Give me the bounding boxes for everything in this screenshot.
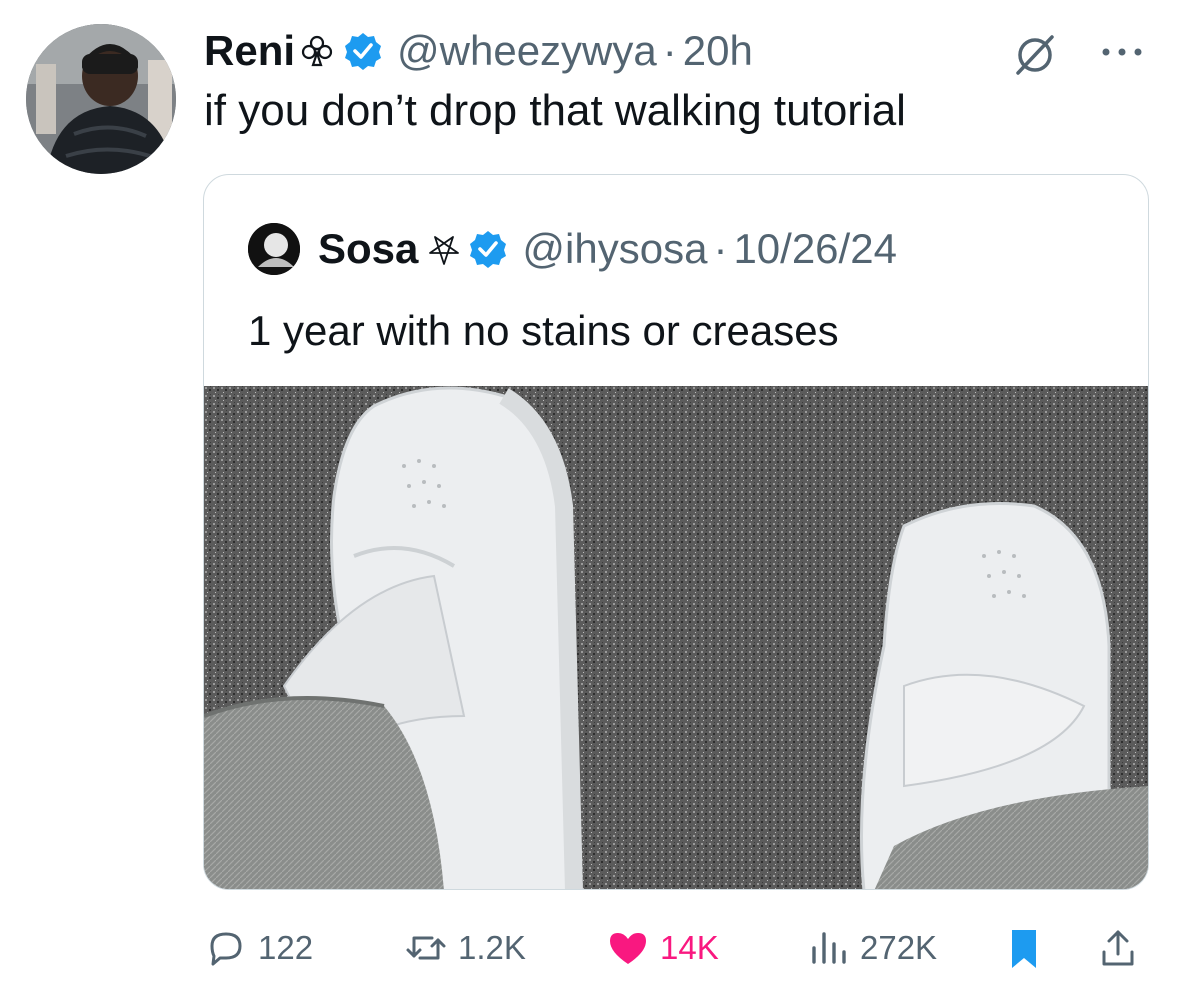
heart-icon (610, 933, 646, 964)
tweet-text: if you don’t drop that walking tutorial (204, 86, 906, 135)
reply-button[interactable]: 122 (204, 920, 313, 976)
author-name[interactable]: Reni (204, 27, 295, 75)
reply-count: 122 (258, 929, 314, 966)
quoted-author-avatar[interactable] (248, 223, 300, 275)
club-icon (301, 35, 333, 67)
share-button[interactable] (1096, 920, 1140, 976)
quoted-tweet-header: Sosa @ihysosa · 10/26/24 (248, 223, 897, 275)
tweet-header: Reni @wheezywya · 20h (204, 26, 753, 76)
more-icon[interactable] (1098, 44, 1146, 60)
views-button[interactable]: 272K (806, 920, 937, 976)
repost-icon (406, 936, 446, 960)
action-bar: 122 1.2K 14K 272K (0, 920, 1179, 976)
quoted-author-handle[interactable]: @ihysosa (522, 225, 707, 273)
like-count: 14K (660, 929, 719, 966)
author-avatar[interactable] (26, 24, 176, 174)
bookmark-icon (1012, 930, 1036, 968)
repost-button[interactable]: 1.2K (404, 920, 526, 976)
quoted-tweet-text: 1 year with no stains or creases (248, 307, 839, 354)
reply-icon (210, 932, 242, 966)
separator-dot: · (713, 225, 728, 272)
quoted-tweet-card[interactable]: Sosa @ihysosa · 10/26/24 1 year with no … (203, 174, 1149, 890)
quoted-author-name[interactable]: Sosa (318, 225, 418, 273)
share-icon (1102, 930, 1134, 966)
quoted-tweet-date[interactable]: 10/26/24 (733, 225, 897, 273)
pentagram-icon (429, 236, 460, 265)
views-icon (812, 932, 846, 964)
repost-count: 1.2K (458, 929, 526, 966)
views-count: 272K (860, 929, 938, 966)
quoted-tweet-photo[interactable] (204, 386, 1148, 889)
tweet-time[interactable]: 20h (683, 27, 753, 75)
verified-badge-icon (345, 33, 382, 70)
grok-icon[interactable] (1012, 32, 1058, 78)
bookmark-button[interactable] (1002, 920, 1046, 976)
author-handle[interactable]: @wheezywya (397, 27, 657, 75)
like-button[interactable]: 14K (606, 920, 719, 976)
verified-badge-icon (470, 231, 507, 268)
separator-dot: · (662, 27, 677, 74)
